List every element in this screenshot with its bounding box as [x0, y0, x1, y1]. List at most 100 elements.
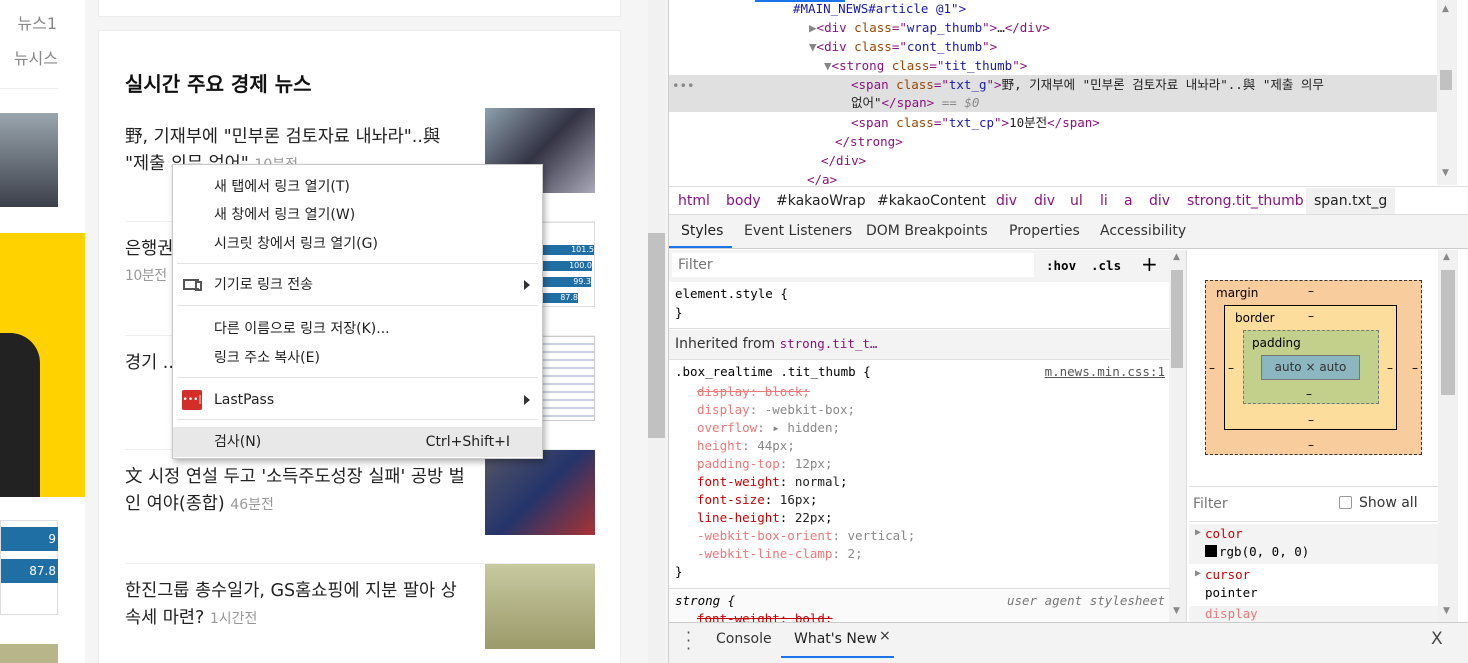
page-scrollbar-thumb[interactable] [648, 233, 665, 438]
breadcrumb-item-selected[interactable]: span.txt_g [1306, 188, 1396, 214]
breadcrumb-item[interactable]: div [1149, 188, 1170, 214]
news-title[interactable]: 文 시정 연설 두고 '소득주도성장 실패' 공방 벌인 여야(종합) [125, 467, 465, 514]
divider [0, 88, 58, 89]
computed-property-color[interactable]: ▶ color rgb(0, 0, 0) [1189, 524, 1439, 564]
dom-node-txt-cp[interactable]: <span class="txt_cp">10분전</span> [669, 113, 1437, 132]
menu-item-open-new-tab[interactable]: 새 탭에서 링크 열기(T) [173, 173, 542, 201]
tab-properties[interactable]: Properties [1009, 215, 1080, 248]
show-all-checkbox[interactable] [1339, 496, 1352, 509]
breadcrumb-item[interactable]: strong.tit_thumb [1187, 188, 1304, 214]
drawer-tab-console[interactable]: Console [716, 631, 772, 647]
computed-property-cursor[interactable]: ▶ cursor pointer [1189, 565, 1439, 605]
news-item[interactable]: 文 시정 연설 두고 '소득주도성장 실패' 공방 벌인 여야(종합) 46분전 [125, 450, 595, 564]
breadcrumb-item[interactable]: a [1124, 188, 1133, 214]
rule-source-link[interactable]: m.news.min.css:1 [1045, 364, 1165, 379]
elements-tree[interactable]: #MAIN_NEWS#article @1"> ▶<div class="wra… [669, 0, 1437, 186]
color-swatch[interactable] [1205, 545, 1217, 557]
news-time: 1시간전 [209, 611, 258, 627]
inherited-selector-link[interactable]: strong.tit_t… [780, 336, 878, 351]
news-photo[interactable] [0, 113, 58, 207]
style-rule-box-realtime[interactable]: .box_realtime .tit_thumb { m.news.min.cs… [669, 361, 1169, 589]
dom-node-tit-thumb[interactable]: ▼<strong class="tit_thumb"> [669, 56, 1437, 75]
style-property[interactable]: font-size: 16px; [697, 491, 817, 509]
ua-style-rule[interactable]: strong { user agent stylesheet font-weig… [669, 590, 1169, 622]
close-drawer-icon[interactable]: X [1431, 629, 1443, 649]
new-style-rule-button[interactable]: + [1141, 252, 1158, 276]
menu-item-lastpass[interactable]: •••| LastPass [173, 386, 542, 414]
dom-node-cont-thumb[interactable]: ▼<div class="cont_thumb"> [669, 37, 1437, 56]
box-model-content[interactable]: auto × auto [1261, 355, 1360, 380]
box-model-padding[interactable]: padding – auto × auto [1243, 330, 1379, 404]
menu-item-inspect[interactable]: 검사(N) Ctrl+Shift+I [173, 427, 542, 457]
menu-item-copy-link[interactable]: 링크 주소 복사(E) [173, 344, 542, 372]
news-thumbnail[interactable] [485, 450, 595, 535]
menu-item-label: 기기로 링크 전송 [214, 277, 314, 293]
styles-filter-input[interactable] [672, 253, 1034, 277]
expand-arrow-icon[interactable]: ▶ [809, 20, 817, 35]
box-model-border[interactable]: border – – – – padding – auto × auto [1224, 305, 1397, 430]
style-property[interactable]: font-weight: normal; [697, 473, 848, 491]
active-tab-indicator [781, 656, 894, 658]
dom-node-close[interactable]: </div> [669, 151, 1437, 170]
menu-item-open-incognito[interactable]: 시크릿 창에서 링크 열기(G) [173, 230, 542, 258]
menu-separator [177, 377, 538, 378]
chart-bar: 87.8 [1, 559, 58, 583]
style-property[interactable]: overflow: ▸ hidden; [697, 419, 840, 437]
styles-scrollbar[interactable]: ▲ ▼ [1169, 250, 1187, 622]
computed-property-display[interactable]: display [1189, 606, 1439, 622]
tab-dom-breakpoints[interactable]: DOM Breakpoints [866, 215, 988, 248]
breadcrumb-item[interactable]: li [1100, 188, 1108, 214]
menu-item-save-link-as[interactable]: 다른 이름으로 링크 저장(K)... [173, 315, 542, 343]
breadcrumb-item[interactable]: body [726, 188, 761, 214]
dom-node-wrap-thumb[interactable]: ▶<div class="wrap_thumb">…</div> [669, 18, 1437, 37]
computed-scrollbar[interactable]: ▲ ▼ [1438, 250, 1458, 622]
news-item[interactable]: 한진그룹 총수일가, GS홈쇼핑에 지분 팔아 상속세 마련? 1시간전 [125, 564, 595, 663]
show-all-label[interactable]: Show all [1359, 495, 1418, 511]
breadcrumb-item[interactable]: ul [1070, 188, 1083, 214]
dom-node-close[interactable]: </a> [669, 170, 1437, 186]
breadcrumb-item[interactable]: #kakaoWrap [776, 188, 866, 214]
collapse-arrow-icon[interactable]: ▼ [824, 58, 832, 73]
source-label[interactable]: 뉴시스 [14, 45, 58, 69]
collapse-arrow-icon[interactable]: ▼ [809, 39, 817, 54]
cls-button[interactable]: .cls [1091, 258, 1121, 273]
chart-thumbnail[interactable]: 9 87.8 [0, 520, 58, 615]
style-property[interactable]: padding-top: 12px; [697, 455, 833, 473]
tab-styles[interactable]: Styles [681, 215, 723, 248]
submenu-arrow-icon [524, 395, 530, 405]
style-property[interactable]: -webkit-box-orient: vertical; [697, 527, 915, 545]
drawer-toolbar: · · · Console What's New × X [669, 622, 1468, 663]
drawer-tab-whats-new[interactable]: What's New [794, 631, 877, 647]
dom-node-close[interactable]: </strong> [669, 132, 1437, 151]
source-label[interactable]: 뉴스1 [17, 10, 57, 34]
element-style-rule[interactable]: element.style { } [669, 283, 1169, 329]
style-property[interactable]: height: 44px; [697, 437, 795, 455]
breadcrumb-item[interactable]: div [996, 188, 1017, 214]
inherited-header: Inherited from strong.tit_t… [669, 330, 1169, 360]
style-property[interactable]: -webkit-line-clamp: 2; [697, 545, 863, 563]
close-tab-icon[interactable]: × [879, 628, 891, 644]
menu-separator [177, 263, 538, 264]
style-property[interactable]: display: -webkit-box; [697, 401, 855, 419]
breadcrumb-item[interactable]: html [678, 188, 710, 214]
more-options-icon[interactable]: · · · [686, 625, 691, 657]
computed-filter-input[interactable] [1193, 493, 1323, 515]
style-property[interactable]: line-height: 22px; [697, 509, 833, 527]
dom-node-text: #MAIN_NEWS#article @1"> [793, 1, 967, 16]
box-model-margin[interactable]: margin – – – – border – – – – padding – … [1205, 280, 1422, 455]
elements-scrollbar[interactable]: ▲ ▼ [1437, 0, 1457, 185]
tab-accessibility[interactable]: Accessibility [1100, 215, 1186, 248]
dom-node-txt-g-selected[interactable]: ••• <span class="txt_g">野, 기재부에 "민부론 검토자… [669, 75, 1437, 112]
menu-item-open-new-window[interactable]: 새 창에서 링크 열기(W) [173, 201, 542, 229]
menu-item-label: 새 창에서 링크 열기(W) [214, 207, 356, 223]
news-thumbnail[interactable] [485, 564, 595, 649]
breadcrumb-item[interactable]: #kakaoContent [877, 188, 986, 214]
banner-image[interactable] [0, 233, 85, 497]
tab-event-listeners[interactable]: Event Listeners [744, 215, 852, 248]
menu-item-send-to-device[interactable]: 기기로 링크 전송 [173, 271, 542, 299]
breadcrumb-item[interactable]: div [1034, 188, 1055, 214]
hov-button[interactable]: :hov [1046, 258, 1076, 273]
news-photo[interactable] [0, 644, 58, 663]
news-title[interactable]: 한진그룹 총수일가, GS홈쇼핑에 지분 팔아 상속세 마련? [125, 581, 457, 628]
style-property[interactable]: display: block; [697, 383, 810, 401]
